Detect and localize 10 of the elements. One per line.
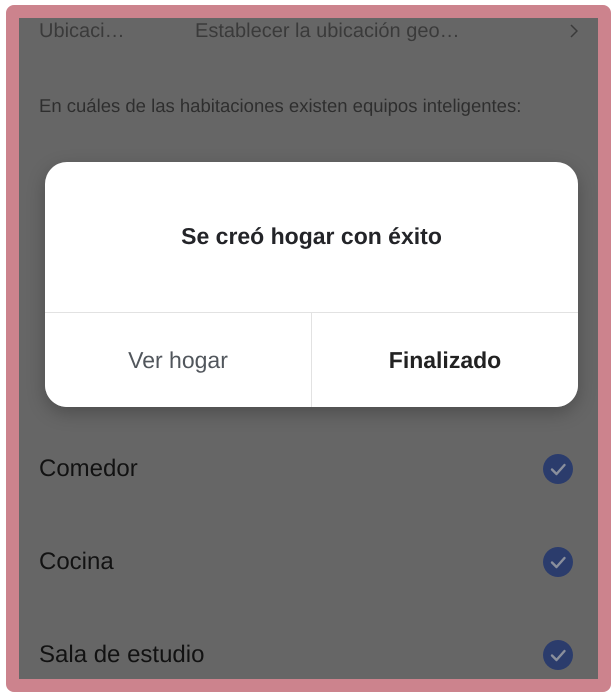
room-label: Comedor bbox=[39, 454, 138, 482]
chevron-right-icon bbox=[570, 24, 578, 38]
room-label: Cocina bbox=[39, 548, 114, 576]
checkbox[interactable] bbox=[543, 454, 573, 484]
checkbox[interactable] bbox=[543, 640, 573, 670]
done-button[interactable]: Finalizado bbox=[312, 313, 578, 407]
view-home-button[interactable]: Ver hogar bbox=[45, 313, 312, 407]
section-heading: En cuáles de las habitaciones existen equipos inteligentes: bbox=[39, 94, 522, 118]
checkbox[interactable] bbox=[543, 546, 573, 576]
room-label: Sala de estudio bbox=[39, 640, 204, 668]
